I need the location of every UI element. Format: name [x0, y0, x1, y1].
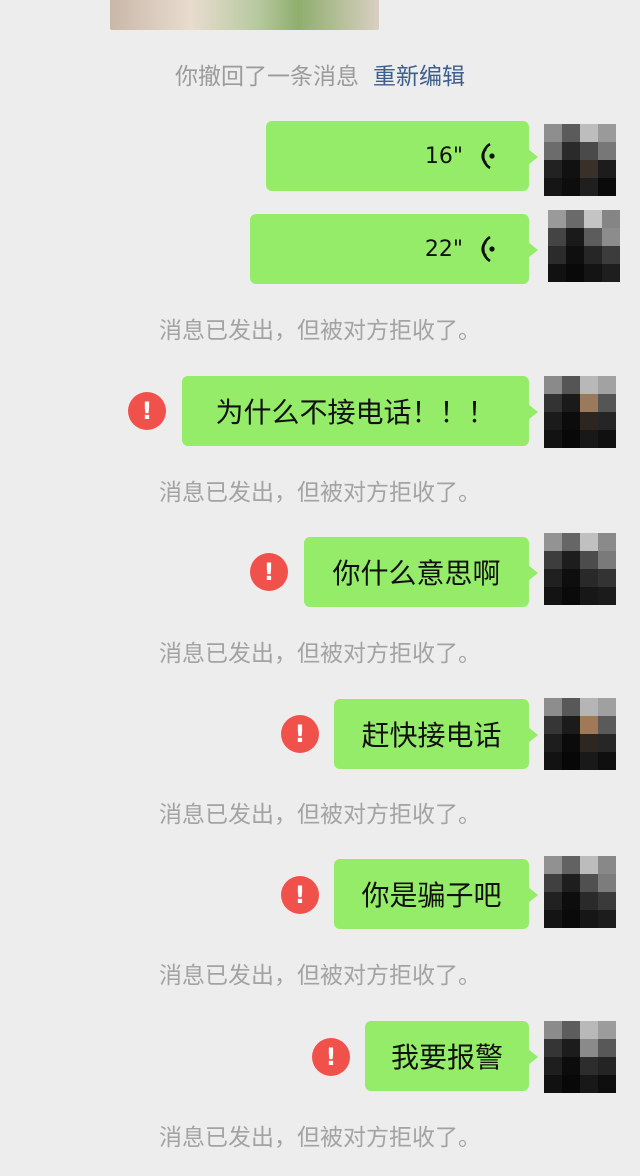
status-notice: 消息已发出，但被对方拒收了。	[159, 1125, 481, 1151]
send-failed-icon[interactable]: !	[281, 876, 319, 914]
message-text: 赶快接电话	[361, 719, 502, 752]
send-failed-icon[interactable]: !	[281, 715, 319, 753]
voice-wave-icon	[481, 236, 495, 262]
voice-wave-icon	[481, 143, 495, 169]
voice-duration: 16"	[424, 143, 463, 169]
message-bubble[interactable]: 你是骗子吧	[334, 859, 538, 929]
recall-text: 你撤回了一条消息	[175, 64, 359, 90]
message-text: 你什么意思啊	[332, 557, 501, 590]
status-notice: 消息已发出，但被对方拒收了。	[159, 963, 481, 989]
avatar[interactable]	[544, 533, 616, 605]
re-edit-link[interactable]: 重新编辑	[373, 64, 465, 90]
status-notice: 消息已发出，但被对方拒收了。	[159, 802, 481, 828]
message-text: 为什么不接电话！！！	[215, 396, 496, 429]
status-notice: 消息已发出，但被对方拒收了。	[159, 480, 481, 506]
send-failed-icon[interactable]: !	[128, 392, 166, 430]
message-bubble[interactable]: 你什么意思啊	[304, 537, 538, 607]
status-notice: 消息已发出，但被对方拒收了。	[159, 318, 481, 344]
message-bubble[interactable]: 为什么不接电话！！！	[182, 376, 538, 446]
message-text: 你是骗子吧	[361, 879, 502, 912]
avatar[interactable]	[548, 210, 620, 282]
voice-duration: 22"	[424, 236, 463, 262]
avatar[interactable]	[544, 124, 616, 196]
message-text: 我要报警	[390, 1041, 503, 1074]
previous-image-message[interactable]	[110, 0, 379, 30]
avatar[interactable]	[544, 376, 616, 448]
voice-message-bubble[interactable]: 22"	[250, 214, 538, 284]
send-failed-icon[interactable]: !	[250, 553, 288, 591]
status-notice: 消息已发出，但被对方拒收了。	[159, 641, 481, 667]
message-bubble[interactable]: 我要报警	[365, 1021, 538, 1091]
avatar[interactable]	[544, 856, 616, 928]
send-failed-icon[interactable]: !	[312, 1038, 350, 1076]
recall-notice: 你撤回了一条消息 重新编辑	[0, 60, 640, 94]
avatar[interactable]	[544, 1021, 616, 1093]
message-bubble[interactable]: 赶快接电话	[334, 699, 538, 769]
avatar[interactable]	[544, 698, 616, 770]
voice-message-bubble[interactable]: 16"	[266, 121, 538, 191]
